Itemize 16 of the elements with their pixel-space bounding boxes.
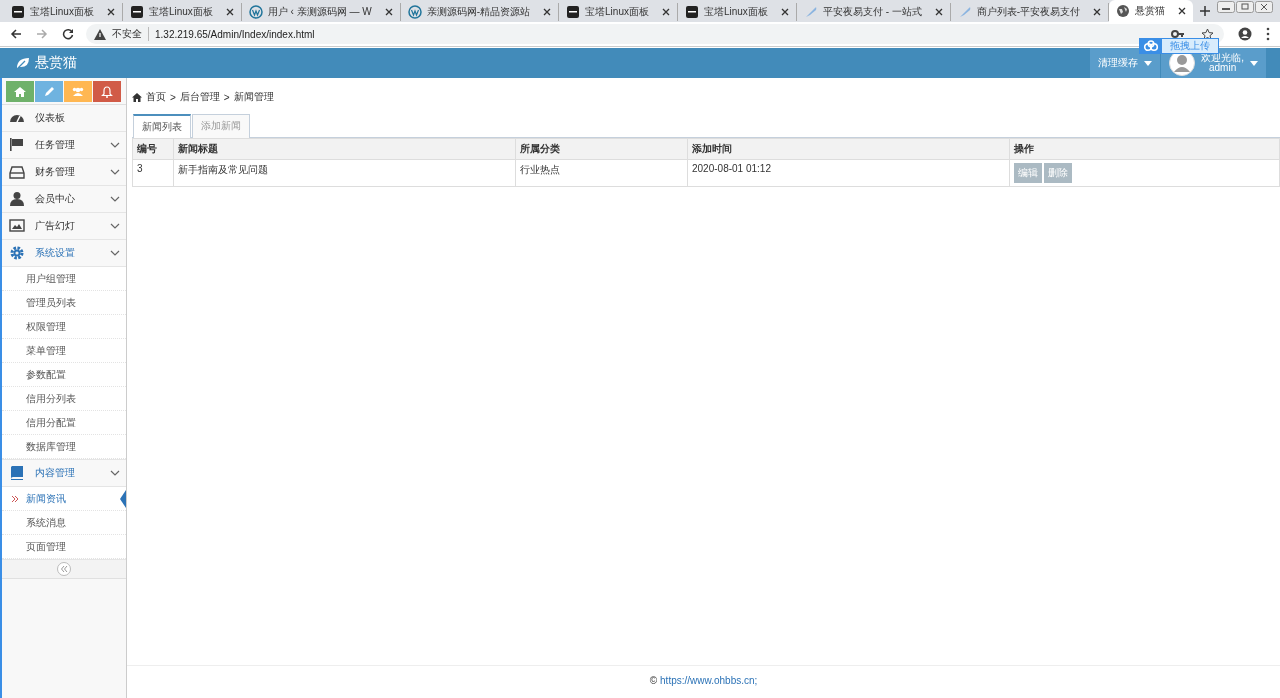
- url-text: 1.32.219.65/Admin/Index/index.html: [155, 28, 315, 40]
- table-cell: 2020-08-01 01:12: [687, 159, 1010, 187]
- column-header: 编号: [132, 138, 174, 160]
- table-cell: 新手指南及常见问题: [173, 159, 516, 187]
- copyright-symbol: ©: [649, 674, 658, 686]
- column-header: 操作: [1009, 138, 1280, 160]
- column-header: 添加时间: [687, 138, 1010, 160]
- security-label: 不安全: [112, 27, 149, 41]
- column-header: 所属分类: [515, 138, 688, 160]
- upload-label: 拖拽上传: [1162, 39, 1218, 53]
- brand-name: 悬赏猫: [35, 54, 77, 72]
- breadcrumb-separator: >: [170, 91, 176, 103]
- table-cell: 3: [132, 159, 174, 187]
- column-header: 新闻标题: [173, 138, 516, 160]
- table-cell: 行业热点: [515, 159, 688, 187]
- breadcrumb-separator: >: [223, 91, 230, 103]
